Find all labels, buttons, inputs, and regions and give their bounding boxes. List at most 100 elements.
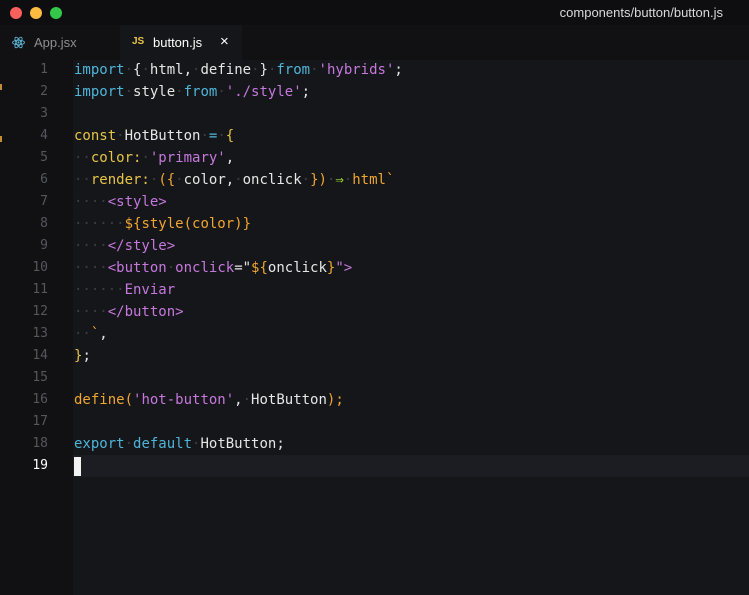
code-token: html`: [352, 172, 395, 188]
code-line: ····<style>: [74, 191, 167, 213]
line-number: 10: [32, 260, 48, 275]
whitespace-marker: ····: [74, 194, 108, 210]
code-token: from: [183, 84, 218, 100]
whitespace-marker: ······: [74, 216, 125, 232]
whitespace-marker: ·: [175, 172, 184, 188]
code-token: </button>: [107, 304, 184, 320]
whitespace-marker: ·: [310, 62, 319, 78]
line-number: 7: [40, 194, 48, 209]
line-number: 17: [32, 414, 48, 429]
line-number: 1: [40, 62, 48, 77]
line-number: 15: [32, 370, 48, 385]
line-number: 3: [40, 106, 48, 121]
whitespace-marker: ·: [124, 436, 134, 452]
tab-bar: App.jsx JS button.js ×: [0, 25, 749, 60]
whitespace-marker: ·: [124, 62, 134, 78]
line-number: 14: [32, 348, 48, 363]
tab-label: button.js: [153, 35, 203, 50]
code-token: onclick: [175, 260, 235, 276]
close-window-button[interactable]: [10, 7, 22, 19]
code-token: {: [225, 128, 235, 144]
title-bar: components/button/button.js: [0, 0, 749, 25]
whitespace-marker: ····: [74, 260, 108, 276]
code-token: HotButton: [200, 436, 277, 452]
code-token: 'primary': [149, 150, 226, 166]
line-number: 19: [32, 458, 48, 473]
js-icon: JS: [132, 36, 145, 47]
code-token: onclick: [242, 172, 302, 188]
code-token: </style>: [107, 238, 176, 254]
whitespace-marker: ·: [141, 150, 150, 166]
line-number: 18: [32, 436, 48, 451]
whitespace-marker: ·: [242, 392, 252, 408]
code-token: ${: [124, 216, 142, 232]
tab-app-jsx[interactable]: App.jsx: [0, 25, 120, 60]
code-line: ······${style(color)}: [74, 213, 251, 235]
code-line: ····</button>: [74, 301, 184, 323]
line-number: 4: [40, 128, 48, 143]
code-token: }): [310, 172, 327, 188]
code-token: default: [133, 436, 193, 452]
code-token: onclick: [267, 260, 327, 276]
line-number: 2: [40, 84, 48, 99]
code-token: }: [259, 62, 268, 78]
close-tab-icon[interactable]: ×: [220, 33, 229, 51]
whitespace-marker: ·: [343, 172, 353, 188]
line-number-gutter: 1 2 3 4 5 6 7 8 9 10 11 12 13 14 15 16 17 18 19: [0, 60, 73, 595]
code-token: export: [74, 436, 125, 452]
code-token: <style>: [107, 194, 167, 210]
code-token: ">: [335, 260, 353, 276]
whitespace-marker: ··: [74, 150, 91, 166]
code-token: );: [326, 392, 344, 408]
whitespace-marker: ·: [166, 260, 176, 276]
code-line: ····<button·onclick="${onclick}">: [74, 257, 352, 279]
code-token: <button: [107, 260, 167, 276]
code-token: const: [74, 128, 117, 144]
window-title: components/button/button.js: [559, 5, 723, 20]
line-number: 6: [40, 172, 48, 187]
code-line: import·{·html,·define·}·from·'hybrids';: [74, 59, 403, 81]
code-line: import·style·from·'./style';: [74, 81, 310, 103]
code-token: style(color): [141, 216, 243, 232]
line-number: 16: [32, 392, 48, 407]
code-line: };: [74, 345, 91, 367]
whitespace-marker: ·: [301, 172, 311, 188]
code-token: define(: [74, 392, 134, 408]
whitespace-marker: ·: [116, 128, 125, 144]
code-token: 'hot-button': [133, 392, 235, 408]
whitespace-marker: ····: [74, 304, 108, 320]
maximize-window-button[interactable]: [50, 7, 62, 19]
whitespace-marker: ·: [251, 62, 260, 78]
line-number: 13: [32, 326, 48, 341]
code-token: './style': [225, 84, 302, 100]
code-token: ,: [99, 326, 108, 342]
minimize-window-button[interactable]: [30, 7, 42, 19]
tab-button-js[interactable]: JS button.js ×: [120, 25, 242, 60]
code-editor[interactable]: 1 2 3 4 5 6 7 8 9 10 11 12 13 14 15 16 17 18 19 import·{·h…: [0, 60, 749, 595]
line-number: 12: [32, 304, 48, 319]
code-token: define: [200, 62, 252, 78]
code-line: ··color:·'primary',: [74, 147, 234, 169]
whitespace-marker: ·: [200, 128, 209, 144]
code-token: import: [74, 62, 125, 78]
react-icon: [12, 36, 25, 49]
whitespace-marker: ······: [74, 282, 125, 298]
code-token: Enviar: [124, 282, 176, 298]
code-token: ${: [251, 260, 268, 276]
code-token: color,: [183, 172, 235, 188]
whitespace-marker: ····: [74, 238, 108, 254]
code-token: ⇒: [335, 172, 344, 188]
code-token: ,: [225, 150, 235, 166]
code-token: render:: [90, 172, 150, 188]
whitespace-marker: ·: [141, 62, 150, 78]
editor-window: components/button/button.js App.jsx JS b…: [0, 0, 749, 595]
line-number: 8: [40, 216, 48, 231]
line-number: 9: [40, 238, 48, 253]
code-area[interactable]: import·{·html,·define·}·from·'hybrids'; i…: [74, 60, 749, 595]
code-token: style: [133, 84, 176, 100]
line-number: 11: [32, 282, 48, 297]
whitespace-marker: ·: [217, 128, 226, 144]
code-line: ··render:·({·color,·onclick·})·⇒·html`: [74, 169, 394, 191]
whitespace-marker: ·: [217, 84, 226, 100]
code-token: import: [74, 84, 125, 100]
